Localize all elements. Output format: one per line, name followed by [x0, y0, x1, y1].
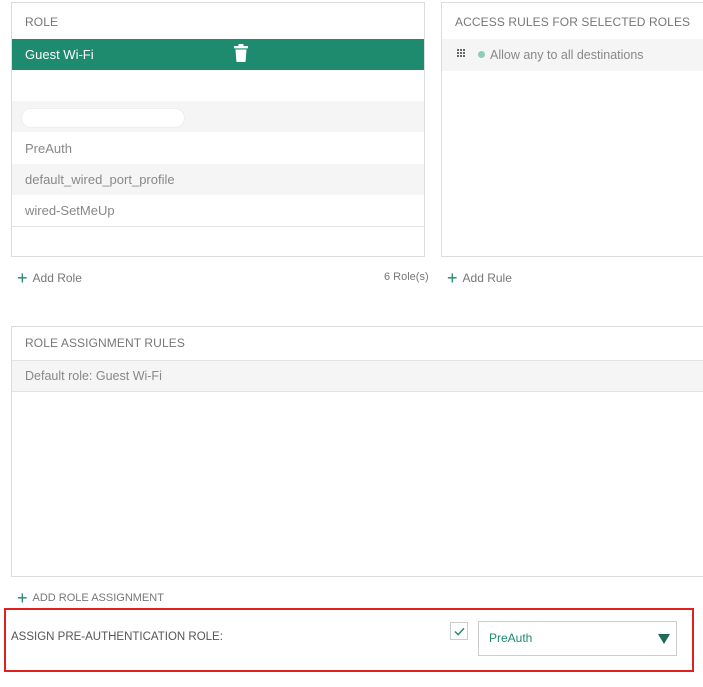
role-row[interactable]: wired-SetMeUp: [12, 195, 424, 226]
add-rule-label: Add Rule: [462, 271, 512, 285]
caret-down-icon: [658, 634, 670, 644]
role-assignment-panel: ROLE ASSIGNMENT RULES Default role: Gues…: [11, 326, 703, 577]
access-rules-panel: ACCESS RULES FOR SELECTED ROLES Allow an…: [441, 2, 703, 257]
trash-icon[interactable]: [234, 44, 248, 62]
role-label: PreAuth: [25, 141, 72, 156]
access-rule-label: Allow any to all destinations: [490, 48, 644, 62]
role-rename-input[interactable]: [21, 108, 185, 128]
roles-panel-header: ROLE: [25, 15, 59, 29]
role-count: 6 Role(s): [384, 271, 429, 283]
plus-icon: +: [447, 268, 458, 288]
access-rules-header: ACCESS RULES FOR SELECTED ROLES: [455, 15, 691, 29]
drag-handle-icon[interactable]: [457, 49, 465, 57]
default-role-row: Default role: Guest Wi-Fi: [12, 360, 703, 392]
preauth-checkbox[interactable]: [450, 622, 468, 640]
role-label: wired-SetMeUp: [25, 203, 115, 218]
check-icon: [454, 627, 465, 636]
add-role-assignment-button[interactable]: + ADD ROLE ASSIGNMENT: [17, 588, 164, 608]
access-rule-row[interactable]: Allow any to all destinations: [442, 39, 703, 71]
plus-icon: +: [17, 268, 28, 288]
preauth-label: ASSIGN PRE-AUTHENTICATION ROLE:: [11, 631, 223, 643]
role-row-empty: [12, 70, 424, 101]
preauth-role-select[interactable]: PreAuth: [478, 621, 677, 656]
row-divider: [12, 226, 424, 227]
role-row-selected[interactable]: Guest Wi-Fi: [12, 39, 424, 70]
role-assignment-header: ROLE ASSIGNMENT RULES: [25, 336, 185, 350]
preauth-role-value: PreAuth: [489, 631, 533, 645]
role-row[interactable]: default_wired_port_profile: [12, 164, 424, 195]
default-role-label: Default role: Guest Wi-Fi: [25, 369, 162, 383]
rule-status-dot: [478, 51, 485, 59]
add-rule-button[interactable]: + Add Rule: [447, 268, 512, 288]
roles-panel: ROLE Guest Wi-Fi PreAuth default_wired_p…: [11, 2, 425, 257]
add-role-button[interactable]: + Add Role: [17, 268, 82, 288]
add-role-label: Add Role: [32, 271, 82, 285]
role-label: default_wired_port_profile: [25, 172, 175, 187]
role-rename-row: [12, 101, 424, 132]
role-label: Guest Wi-Fi: [25, 47, 94, 62]
plus-icon: +: [17, 588, 28, 608]
role-row[interactable]: PreAuth: [12, 133, 424, 164]
add-role-assignment-label: ADD ROLE ASSIGNMENT: [32, 592, 164, 604]
